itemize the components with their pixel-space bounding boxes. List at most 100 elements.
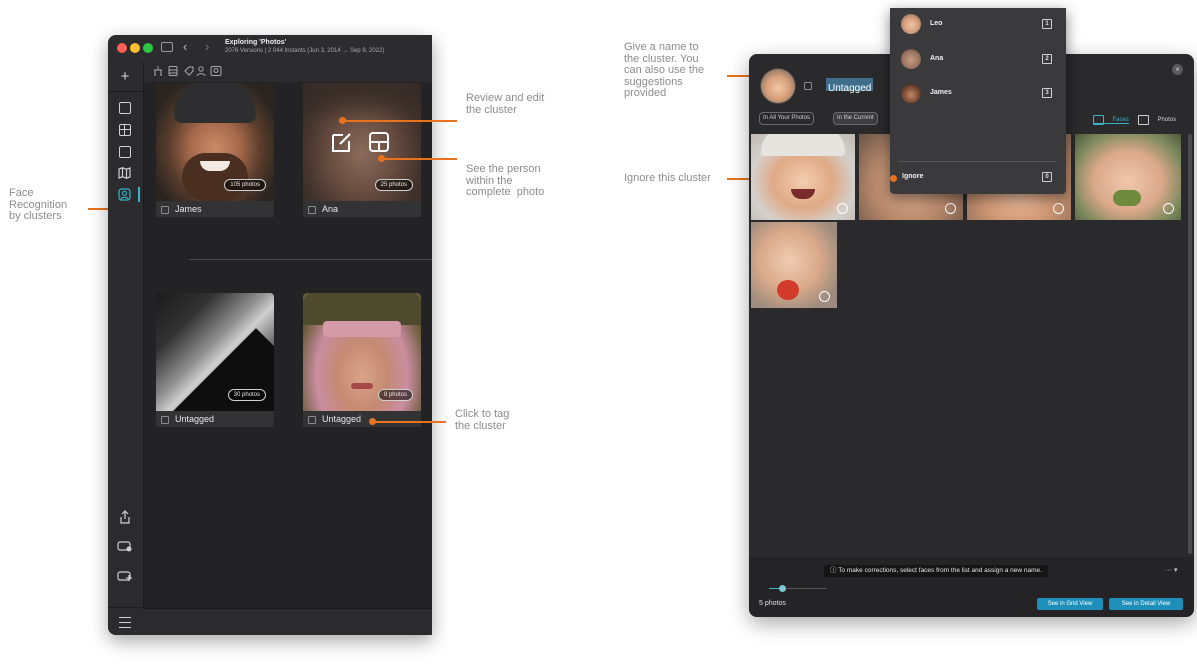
suggestion-item-ana[interactable]: Ana 2: [890, 47, 1066, 71]
apple: [777, 280, 799, 300]
cluster-name-text: Untagged: [828, 83, 872, 94]
secondary-toolbar: [143, 62, 432, 82]
single-view-icon[interactable]: [119, 102, 131, 114]
edit-cluster-icon[interactable]: [331, 131, 353, 153]
cap: [761, 134, 845, 156]
annotation-ignore: Ignore this cluster: [624, 172, 711, 184]
select-circle[interactable]: [1163, 203, 1174, 214]
face-tile[interactable]: [751, 134, 855, 220]
cluster-caption-untagged-1[interactable]: Untagged: [156, 411, 274, 427]
face-tile[interactable]: [1075, 134, 1181, 220]
beanie: [174, 83, 256, 123]
window-title: Exploring 'Photos': [225, 39, 287, 46]
tag-icon[interactable]: [308, 205, 316, 214]
scrollbar[interactable]: [1188, 134, 1192, 554]
shortcut-key: 0: [1042, 172, 1052, 182]
close-icon[interactable]: ×: [1172, 64, 1183, 75]
avatar: [901, 83, 921, 103]
cluster-name: Ana: [322, 204, 339, 214]
cluster-avatar[interactable]: [760, 68, 796, 104]
select-circle[interactable]: [819, 291, 830, 302]
menu-icon[interactable]: [119, 617, 131, 628]
map-icon[interactable]: [118, 167, 131, 179]
cluster-thumb-untagged-2[interactable]: 8 photos: [303, 293, 421, 411]
cluster-thumb-untagged-1[interactable]: 30 photos: [156, 293, 274, 411]
window-subtitle: 2076 Versions | 2 044 Instants (Jun 3, 2…: [225, 48, 385, 54]
cloud-photos-icon[interactable]: [117, 540, 133, 552]
zoom-button[interactable]: [143, 43, 153, 53]
cluster-name: Untagged: [175, 414, 215, 424]
tag-icon[interactable]: [804, 82, 812, 90]
grid-view-icon[interactable]: [119, 124, 131, 136]
info-text: To make corrections, select faces from t…: [838, 567, 1042, 574]
sidebar: +: [108, 62, 144, 635]
import-icon[interactable]: [119, 146, 131, 158]
cluster-caption-untagged-2[interactable]: Untagged: [303, 411, 421, 427]
sidebar-divider-bottom: [108, 607, 143, 608]
tag-icon[interactable]: [161, 205, 169, 214]
avatar: [901, 49, 921, 69]
annotation-give-name: Give a name to the cluster. You can also…: [624, 41, 705, 99]
tag-icon[interactable]: [161, 415, 169, 424]
shortcut-key: 3: [1042, 88, 1052, 98]
ignore-label: Ignore: [902, 173, 924, 180]
info-icon: ⓘ: [830, 567, 839, 574]
annotation-review-edit: Review and edit the cluster: [466, 92, 545, 116]
suggestion-item-leo[interactable]: Leo 1: [890, 12, 1066, 36]
connector-line: [373, 421, 446, 423]
filter-current[interactable]: In the Current: [833, 112, 878, 125]
select-circle[interactable]: [945, 203, 956, 214]
connector-line: [343, 120, 457, 122]
cluster-name: James: [175, 204, 202, 214]
add-icon[interactable]: +: [116, 68, 134, 86]
shortcut-key: 1: [1042, 19, 1052, 29]
cluster-thumb-james[interactable]: 105 photos: [156, 83, 274, 201]
ignore-item[interactable]: Ignore 0: [890, 165, 1066, 189]
photos-label: Photos: [1157, 116, 1177, 123]
food-mouth: [1113, 190, 1141, 206]
suggestion-name: James: [930, 89, 952, 96]
annotation-face-recognition: Face Recognition by clusters: [9, 187, 68, 222]
photos-tab[interactable]: Photos: [1138, 111, 1177, 125]
annotation-click-tag: Click to tag the cluster: [455, 408, 510, 432]
show-in-photo-icon[interactable]: [369, 132, 389, 152]
cluster-caption-james[interactable]: James: [156, 201, 274, 217]
share-icon[interactable]: [119, 510, 131, 524]
cluster-thumb-ana[interactable]: 25 photos: [303, 83, 421, 201]
section-divider: [189, 259, 432, 260]
info-banner: ⓘ To make corrections, select faces from…: [824, 565, 1048, 577]
connector-line: [382, 158, 457, 160]
forward-icon[interactable]: ›: [205, 39, 209, 54]
titlebar: ‹ › Exploring 'Photos' 2076 Versions | 2…: [108, 35, 432, 62]
faces-tab[interactable]: Faces: [1093, 111, 1129, 125]
more-menu-icon[interactable]: ··· ▾: [1165, 566, 1177, 574]
select-circle[interactable]: [837, 203, 848, 214]
cluster-caption-ana[interactable]: Ana: [303, 201, 421, 217]
select-circle[interactable]: [1053, 203, 1064, 214]
add-photos-icon[interactable]: [117, 570, 133, 582]
bangs: [323, 321, 401, 337]
annotation-see-person: See the person within the complete photo: [466, 163, 545, 198]
close-button[interactable]: [117, 43, 127, 53]
bottom-bar: [143, 608, 432, 635]
faces-icon[interactable]: [118, 188, 131, 201]
toolbar-icons[interactable]: [153, 65, 235, 77]
cluster-name-field[interactable]: Untagged: [826, 78, 874, 94]
photo-count-badge: 30 photos: [227, 389, 266, 401]
see-in-grid-view-button[interactable]: See in Grid View: [1037, 598, 1103, 610]
photo-count-badge: 105 photos: [224, 179, 266, 191]
cluster-name: Untagged: [322, 414, 362, 424]
photo-count-badge: 8 photos: [377, 389, 413, 401]
sidebar-toggle-icon[interactable]: [161, 42, 173, 52]
minimize-button[interactable]: [130, 43, 140, 53]
photo-count: 5 photos: [759, 600, 786, 607]
filter-all-photos[interactable]: In All Your Photos: [759, 112, 815, 125]
shortcut-key: 2: [1042, 54, 1052, 64]
back-icon[interactable]: ‹: [183, 39, 187, 54]
suggestion-item-james[interactable]: James 3: [890, 81, 1066, 105]
face-tile[interactable]: [751, 222, 837, 308]
see-in-detail-view-button[interactable]: See in Detail View: [1109, 598, 1183, 610]
tag-icon[interactable]: [308, 415, 316, 424]
lips: [351, 383, 373, 389]
zoom-slider-knob[interactable]: [779, 585, 786, 592]
